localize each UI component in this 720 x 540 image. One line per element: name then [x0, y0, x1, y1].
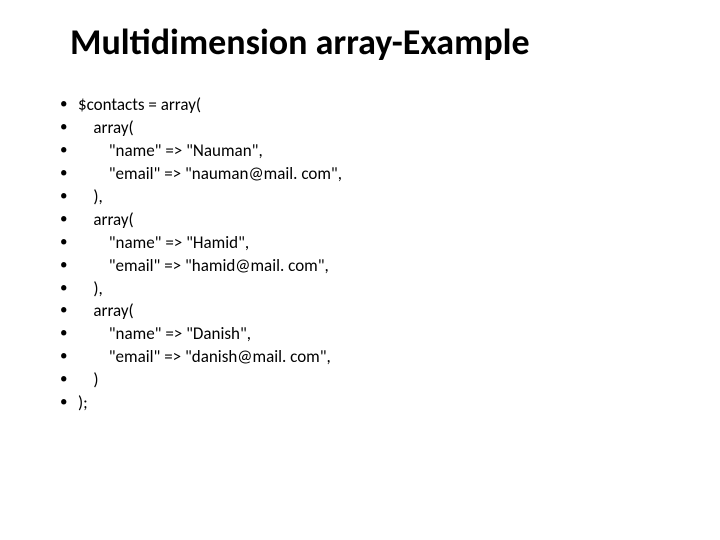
bullet-icon: •: [60, 232, 78, 252]
code-line: • ): [60, 369, 670, 392]
code-line: • "email" => "hamid@mail. com",: [60, 255, 670, 278]
bullet-icon: •: [60, 186, 78, 206]
code-line: • ),: [60, 278, 670, 301]
code-text: array(: [78, 300, 134, 323]
code-line: • "name" => "Danish",: [60, 323, 670, 346]
code-text: ): [78, 369, 99, 392]
bullet-icon: •: [60, 346, 78, 366]
code-line: •$contacts = array(: [60, 94, 670, 117]
code-text: );: [78, 392, 88, 415]
code-line: • ),: [60, 186, 670, 209]
code-line: • array(: [60, 117, 670, 140]
code-text: "name" => "Hamid",: [78, 232, 249, 255]
code-line: • "email" => "nauman@mail. com",: [60, 163, 670, 186]
code-text: "name" => "Danish",: [78, 323, 251, 346]
bullet-icon: •: [60, 300, 78, 320]
code-text: array(: [78, 209, 134, 232]
code-text: $contacts = array(: [78, 94, 201, 117]
code-block: •$contacts = array( • array( • "name" =>…: [60, 94, 670, 415]
code-line: • "name" => "Nauman",: [60, 140, 670, 163]
code-text: "email" => "danish@mail. com",: [78, 346, 331, 369]
bullet-icon: •: [60, 369, 78, 389]
code-line: • "name" => "Hamid",: [60, 232, 670, 255]
code-line: • array(: [60, 300, 670, 323]
bullet-icon: •: [60, 140, 78, 160]
bullet-icon: •: [60, 117, 78, 137]
bullet-icon: •: [60, 209, 78, 229]
bullet-icon: •: [60, 392, 78, 412]
code-line: •);: [60, 392, 670, 415]
bullet-icon: •: [60, 94, 78, 114]
code-text: "email" => "nauman@mail. com",: [78, 163, 342, 186]
bullet-icon: •: [60, 163, 78, 183]
code-text: array(: [78, 117, 134, 140]
bullet-icon: •: [60, 323, 78, 343]
code-text: ),: [78, 186, 103, 209]
bullet-icon: •: [60, 255, 78, 275]
code-text: "email" => "hamid@mail. com",: [78, 255, 329, 278]
code-line: • "email" => "danish@mail. com",: [60, 346, 670, 369]
bullet-icon: •: [60, 278, 78, 298]
slide-title: Multidimension array-Example: [70, 20, 670, 64]
code-text: "name" => "Nauman",: [78, 140, 263, 163]
code-line: • array(: [60, 209, 670, 232]
code-text: ),: [78, 278, 103, 301]
